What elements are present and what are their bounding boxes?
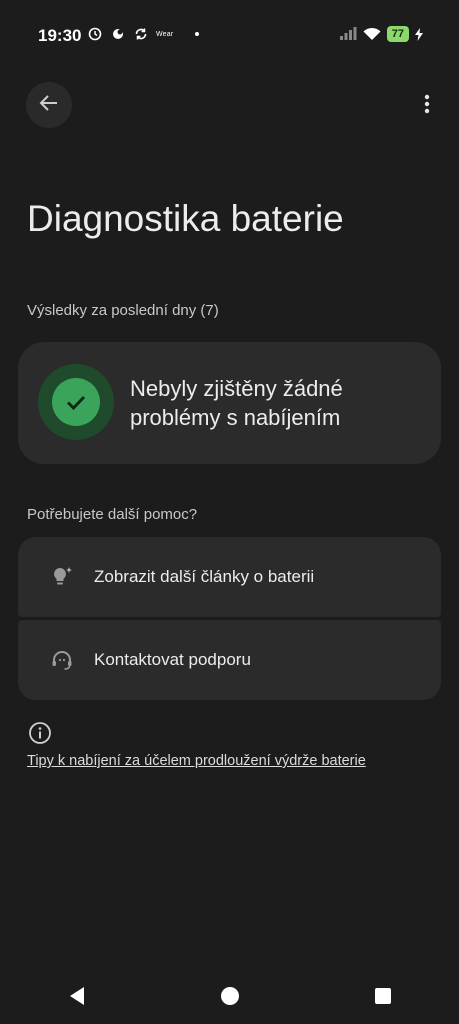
charging-tips-link[interactable]: Tipy k nabíjení za účelem prodloužení vý… [27, 753, 366, 769]
nav-home-button[interactable] [210, 976, 250, 1016]
wear-icon: Wear [156, 30, 174, 38]
wifi-icon [363, 27, 381, 41]
more-options-button[interactable] [409, 88, 445, 124]
check-icon [52, 378, 100, 426]
signal-icon [339, 27, 357, 41]
more-vertical-icon [424, 94, 430, 119]
charging-bolt-icon [415, 27, 423, 41]
result-card: Nebyly zjištěny žádné problémy s nabíjen… [18, 342, 441, 464]
navigation-bar [0, 968, 459, 1024]
page-title: Diagnostika baterie [27, 198, 344, 239]
back-button[interactable] [26, 82, 72, 128]
status-system-icons: 77 [339, 26, 423, 42]
result-message: Nebyly zjištěny žádné problémy s nabíjen… [130, 376, 343, 430]
sync-icon [134, 27, 148, 41]
help-item-label: Kontaktovat podporu [94, 650, 251, 669]
clock-alarm-icon [88, 27, 102, 41]
support-agent-icon [42, 640, 82, 680]
help-section-label: Potřebujete další pomoc? [27, 506, 198, 523]
weather-icon [110, 27, 126, 41]
nav-recents-button[interactable] [363, 976, 403, 1016]
info-icon [28, 721, 52, 745]
help-item-articles[interactable]: Zobrazit další články o baterii [18, 537, 441, 617]
arrow-left-icon [38, 92, 60, 119]
notification-dot-icon [195, 32, 200, 36]
nav-back-button[interactable] [57, 976, 97, 1016]
status-notification-icons: Wear [88, 27, 200, 41]
battery-icon: 77 [386, 26, 409, 42]
lightbulb-icon [42, 557, 82, 597]
status-time: 19:30 [38, 26, 82, 45]
status-bar: 19:30 Wear 77 [0, 0, 459, 72]
success-indicator [38, 364, 114, 440]
results-section-label: Výsledky za poslední dny (7) [27, 302, 219, 319]
help-item-contact-support[interactable]: Kontaktovat podporu [18, 620, 441, 700]
help-item-label: Zobrazit další články o baterii [94, 567, 315, 586]
